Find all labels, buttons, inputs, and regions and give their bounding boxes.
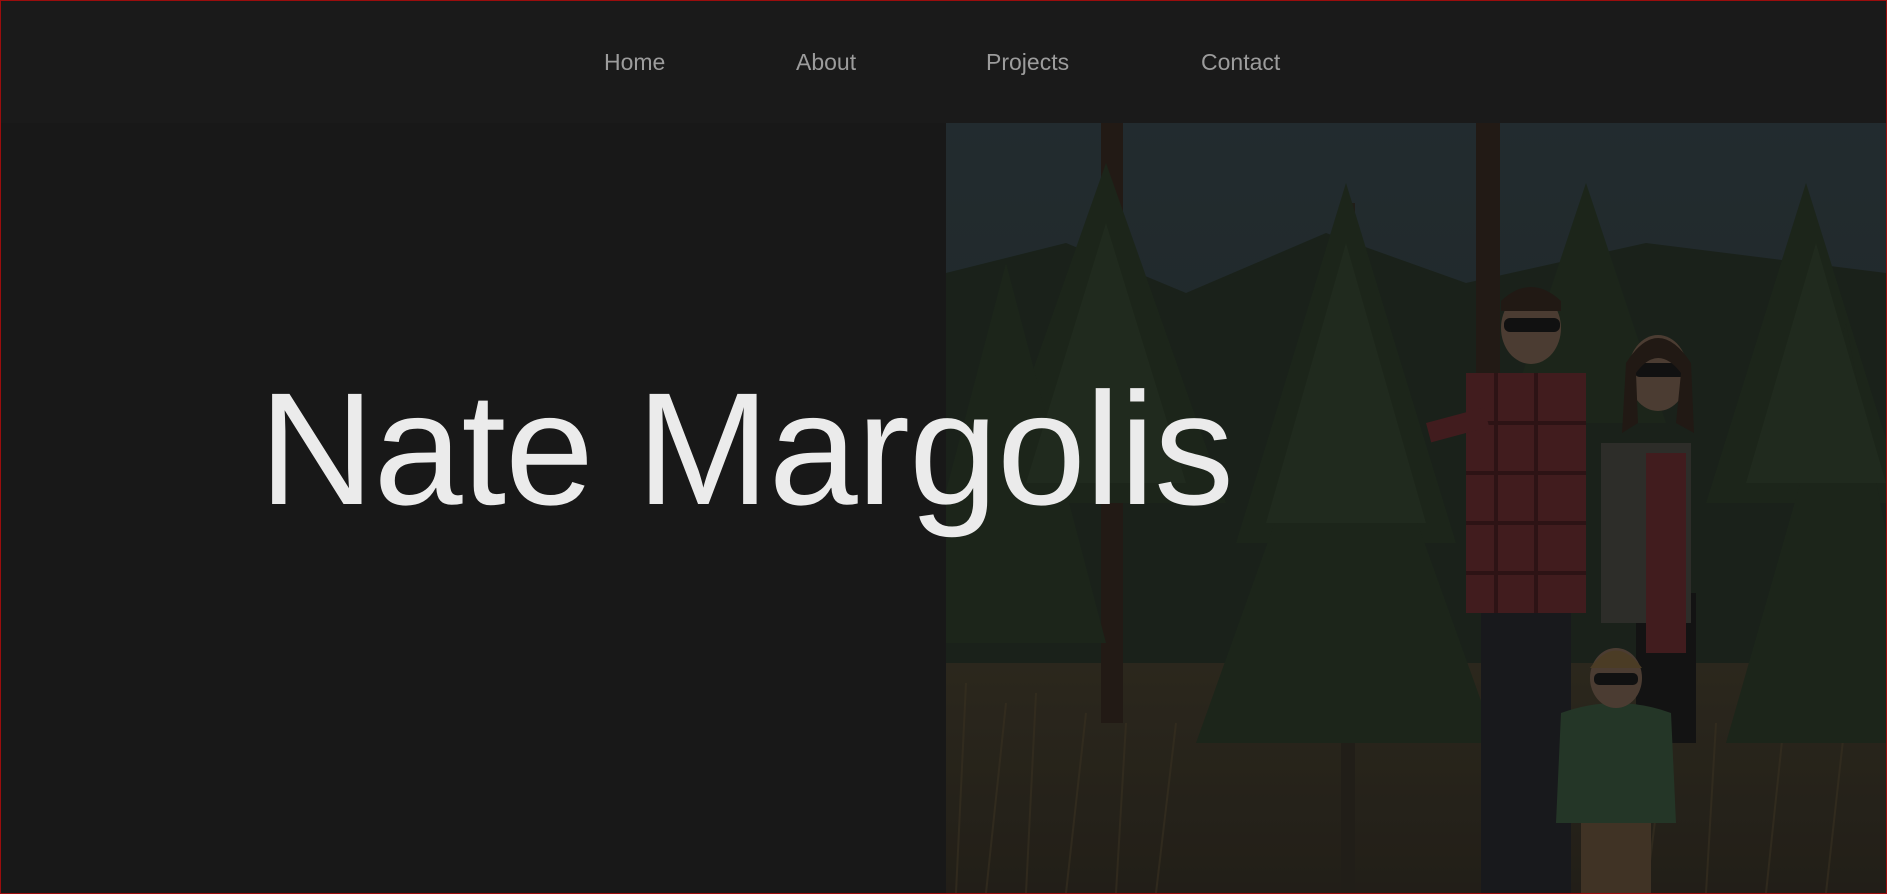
nav-link-contact[interactable]: Contact	[1201, 49, 1280, 76]
top-navigation: Home About Projects Contact	[1, 1, 1886, 123]
nav-link-home[interactable]: Home	[604, 49, 665, 76]
nav-link-projects[interactable]: Projects	[986, 49, 1069, 76]
hero-title: Nate Margolis	[259, 359, 1234, 538]
nav-link-about[interactable]: About	[796, 49, 856, 76]
page-frame: Home About Projects Contact Nate Margoli…	[0, 0, 1887, 894]
